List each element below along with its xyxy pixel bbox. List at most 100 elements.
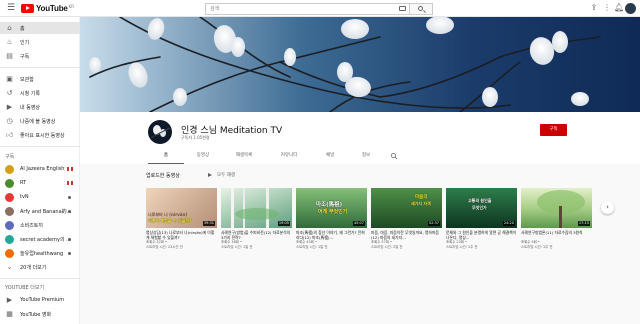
video-age: 스트리밍 시간: 1일 전 (296, 244, 328, 249)
account-avatar[interactable] (625, 3, 636, 14)
sidebar-item-liked[interactable]: 👍︎ 좋아요 표시한 동영상 (0, 129, 80, 141)
sidebar-item-premium[interactable]: ▶ YouTube Premium (0, 294, 80, 306)
sidebar-item-my-videos[interactable]: ▶ 내 동영상 (0, 101, 80, 113)
video-card[interactable]: 17:15 사례연구방법론(11) 자료수집의 3원칙 조회수 9회 • 스트리… (521, 188, 592, 249)
sidebar-item-label: 좋아요 표시한 동영상 (20, 132, 65, 139)
sidebar-item-label: 보관함 (20, 76, 34, 83)
subscription-item[interactable]: Arfy and Banana的... (0, 205, 80, 217)
channel-avatar-image (150, 125, 171, 139)
video-title[interactable]: 명상상담(13) 나로부터 나(nirvān)에 이렇게 체험할 수 있을까? (146, 230, 217, 240)
more-heading: YOUTUBE 더보기 (5, 285, 45, 291)
divider (0, 146, 80, 147)
sidebar-item-label: 홈 (20, 25, 25, 32)
tab-videos[interactable]: 동영상 (184, 150, 222, 164)
video-card[interactable]: 19:05 사례연구(방법)을 수피비전(12) 자료분석의 3가지 전략? 조… (221, 188, 292, 249)
subscription-item[interactable]: RT (0, 177, 80, 189)
sidebar-item-trending[interactable]: ♨ 인기 (0, 36, 80, 48)
video-title[interactable]: 사례연구(방법)을 수피비전(12) 자료분석의 3가지 전략? (221, 230, 292, 240)
tab-about[interactable]: 정보 (348, 150, 384, 164)
sidebar-item-library[interactable]: ▣ 보관함 (0, 73, 80, 85)
play-all-button[interactable]: 모두 재생 (208, 172, 235, 178)
shelf-next-arrow-icon[interactable]: › (601, 201, 614, 214)
logo-text: YouTube (36, 4, 68, 13)
video-thumbnail[interactable]: 마조(馬祖) 어게 무엇인가 45:07 (296, 188, 367, 228)
video-age: 스트리밍 시간: 1주 전 (446, 244, 478, 249)
sidebar-item-label: YouTube 영화 (20, 311, 52, 318)
channel-avatar[interactable] (148, 120, 172, 144)
video-duration: 45:07 (352, 221, 365, 226)
notifications-icon[interactable]: 🔔︎ (614, 4, 624, 12)
channel-search-icon[interactable] (384, 150, 404, 164)
video-card[interactable]: 고통의 원인을 무엇인가 24:20 문제와 그 원인을 분명하게 알면 곧 해… (446, 188, 517, 249)
subscription-label: 소비즈토끼 (20, 222, 44, 229)
sidebar-item-watch-later[interactable]: ◷ 나중에 볼 동영상 (0, 115, 80, 127)
sidebar-item-label: 내 동영상 (20, 104, 40, 111)
search-icon (418, 6, 423, 11)
search-input[interactable]: 검색 (205, 3, 410, 15)
video-card[interactable]: 나로부터 나 (nirvān) 어떻게 체험할 수 있을까? 39:31 명상상… (146, 188, 217, 249)
subscription-item[interactable]: tvN (0, 191, 80, 203)
tab-home[interactable]: 홈 (148, 150, 184, 164)
video-thumbnail[interactable]: 19:05 (221, 188, 292, 228)
video-duration: 39:31 (202, 221, 215, 226)
hamburger-menu-icon[interactable]: ☰ (7, 4, 15, 13)
apps-icon[interactable]: ⋮ (603, 4, 611, 12)
thumbnail-caption: 마음의 (415, 195, 428, 200)
top-bar: ☰ YouTube KR 검색 ⇪ ⋮ 🔔︎ (0, 0, 640, 17)
video-thumbnail[interactable]: 마음의 세가지 자격 52:37 (371, 188, 442, 228)
new-content-dot-icon (68, 252, 71, 255)
video-duration: 19:05 (277, 221, 290, 226)
upload-icon[interactable]: ⇪ (590, 4, 598, 12)
subscriptions-icon: ▤ (6, 51, 13, 60)
new-content-dot-icon (68, 238, 71, 241)
library-icon: ▣ (6, 74, 13, 83)
video-age: 스트리밍 시간: 1일 전 (221, 244, 253, 249)
subscriptions-heading: 구독 (5, 154, 15, 160)
premium-icon: ▶ (6, 295, 13, 304)
sidebar-item-history[interactable]: ↺ 시청 기록 (0, 87, 80, 99)
channel-tabs: 홈 동영상 재생목록 커뮤니티 채널 정보 (148, 150, 404, 164)
keyboard-icon[interactable] (399, 6, 406, 11)
subscription-item[interactable]: 소비즈토끼 (0, 219, 80, 231)
history-icon: ↺ (6, 88, 13, 97)
logo-region: KR (68, 3, 75, 9)
flag-icon (67, 167, 73, 171)
show-more-subscriptions[interactable]: ⌄ 20개 더보기 (0, 261, 80, 273)
video-card[interactable]: 마조(馬祖) 어게 무엇인가 45:07 마조(馬祖)의 참선 이야기, 왜 그… (296, 188, 367, 249)
search-icon (391, 153, 398, 160)
subscription-item[interactable]: Al Jazeera English (0, 163, 80, 175)
tab-playlists[interactable]: 재생목록 (222, 150, 266, 164)
divider (0, 67, 80, 68)
sidebar-item-subscriptions[interactable]: ▤ 구독 (0, 50, 80, 62)
video-title[interactable]: 사례연구방법론(11) 자료수집의 3원칙 (521, 230, 592, 240)
section-title[interactable]: 업로드한 동영상 (146, 172, 180, 179)
video-title[interactable]: 마음, 마음, 마음이란 무엇일까요, 명하마음(12) 마음의 세가지... (371, 230, 442, 240)
video-thumbnail[interactable]: 고통의 원인을 무엇인가 24:20 (446, 188, 517, 228)
search-button[interactable] (410, 3, 433, 15)
tab-channels[interactable]: 채널 (312, 150, 348, 164)
tab-community[interactable]: 커뮤니티 (266, 150, 312, 164)
subscribe-button[interactable]: 구독 (540, 124, 567, 136)
video-title[interactable]: 마조(馬祖)의 참선 이야기, 왜 그런가? 깐희리다(12) 마조(馬祖)..… (296, 230, 367, 240)
youtube-logo[interactable]: YouTube KR (21, 3, 74, 14)
subscription-item[interactable]: 놀유럽healthwang (0, 247, 80, 259)
video-title[interactable]: 문제와 그 원인을 분명하게 알면 곧 해결책이 나온다, 명상... (446, 230, 517, 240)
thumbnail-caption: 무엇인가 (472, 205, 487, 210)
video-card[interactable]: 마음의 세가지 자격 52:37 마음, 마음, 마음이란 무엇일까요, 명하마… (371, 188, 442, 249)
video-duration: 52:37 (427, 221, 440, 226)
channel-avatar (5, 220, 14, 230)
movies-icon: ▦ (6, 309, 13, 318)
sidebar-item-movies[interactable]: ▦ YouTube 영화 (0, 308, 80, 320)
sidebar-item-home[interactable]: ⌂ 홈 (0, 22, 80, 34)
channel-avatar (5, 234, 14, 244)
play-all-label: 모두 재생 (217, 173, 235, 178)
channel-avatar (5, 164, 14, 174)
video-thumbnail[interactable]: 나로부터 나 (nirvān) 어떻게 체험할 수 있을까? 39:31 (146, 188, 217, 228)
subscription-item[interactable]: secret academy의 ... (0, 233, 80, 245)
subscription-label: secret academy의 ... (20, 236, 71, 243)
subscription-label: 놀유럽healthwang (20, 250, 64, 257)
thumbnail-caption: 고통의 원인을 (468, 198, 492, 203)
watch-later-icon: ◷ (6, 116, 13, 125)
thumbnail-caption: 어게 무엇인가 (318, 209, 348, 215)
video-thumbnail[interactable]: 17:15 (521, 188, 592, 228)
